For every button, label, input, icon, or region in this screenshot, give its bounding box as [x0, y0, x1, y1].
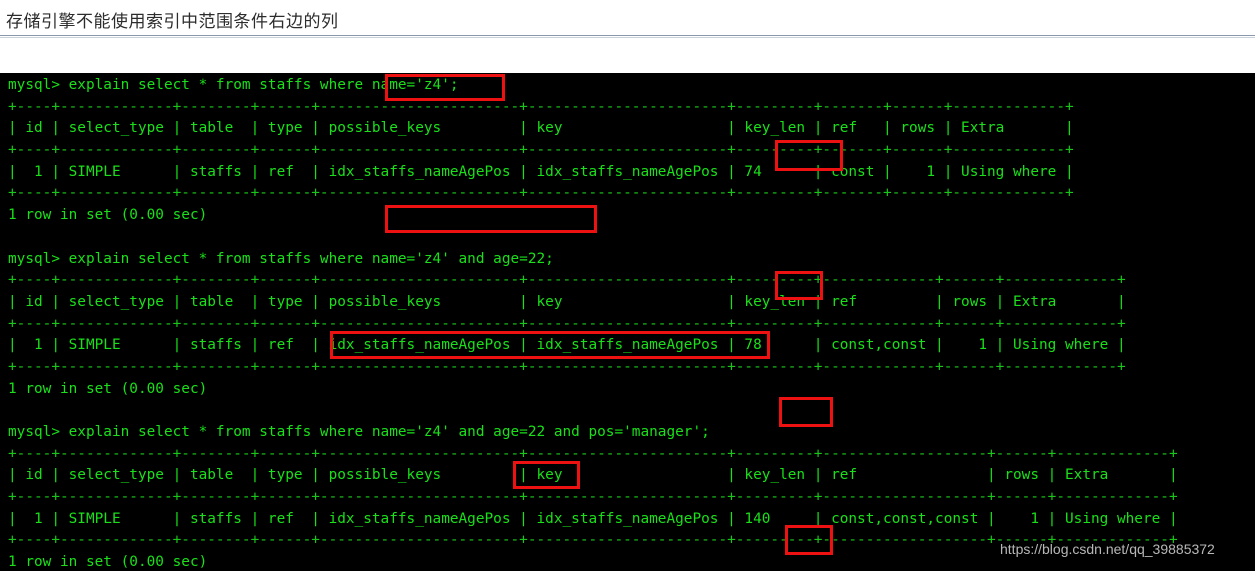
terminal-line: | id | select_type | table | type | poss… [8, 120, 1074, 137]
terminal-line: | id | select_type | table | type | poss… [8, 293, 1126, 310]
terminal-line: | 1 | SIMPLE | staffs | ref | idx_staffs… [8, 510, 1178, 527]
header-divider-shadow [0, 37, 1255, 38]
page-title: 存储引擎不能使用索引中范围条件右边的列 [6, 12, 339, 31]
watermark-text: https://blog.csdn.net/qq_39885372 [1000, 541, 1215, 557]
terminal-line: +----+-------------+--------+------+----… [8, 445, 1178, 462]
note-header: 存储引擎不能使用索引中范围条件右边的列 [0, 0, 1255, 73]
terminal-line: | 1 | SIMPLE | staffs | ref | idx_staffs… [8, 163, 1074, 180]
terminal-line: 1 row in set (0.00 sec) [8, 207, 208, 224]
terminal-line: +----+-------------+--------+------+----… [8, 98, 1074, 115]
mysql-terminal[interactable]: mysql> explain select * from staffs wher… [0, 73, 1255, 571]
terminal-line: +----+-------------+--------+------+----… [8, 489, 1178, 506]
header-divider [0, 35, 1255, 36]
terminal-line: 1 row in set (0.00 sec) [8, 380, 208, 397]
terminal-line: | id | select_type | table | type | poss… [8, 467, 1178, 484]
terminal-line: mysql> explain select * from staffs wher… [8, 250, 554, 267]
terminal-line: mysql> explain select * from staffs wher… [8, 77, 459, 93]
terminal-output: mysql> explain select * from staffs wher… [8, 75, 1178, 571]
terminal-line: +----+-------------+--------+------+----… [8, 142, 1074, 159]
terminal-line: +----+-------------+--------+------+----… [8, 315, 1126, 332]
terminal-line: | 1 | SIMPLE | staffs | ref | idx_staffs… [8, 337, 1126, 354]
terminal-line: +----+-------------+--------+------+----… [8, 185, 1074, 202]
terminal-line: mysql> explain select * from staffs wher… [8, 424, 710, 440]
terminal-line: +----+-------------+--------+------+----… [8, 358, 1126, 375]
terminal-line: +----+-------------+--------+------+----… [8, 272, 1126, 289]
